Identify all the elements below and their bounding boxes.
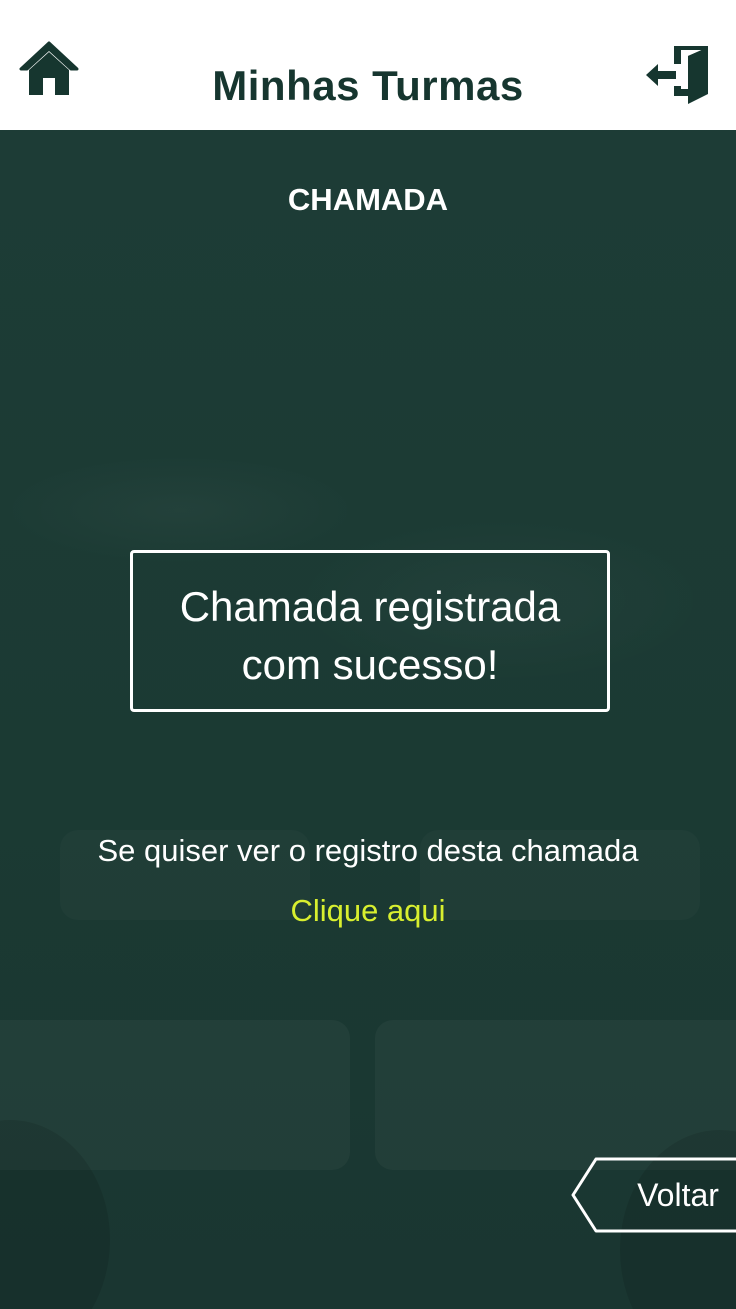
top-header: Minhas Turmas <box>0 0 736 130</box>
view-record-link[interactable]: Clique aqui <box>268 890 468 932</box>
back-button[interactable]: Voltar <box>568 1156 736 1234</box>
back-button-label: Voltar <box>637 1177 719 1213</box>
logout-button[interactable] <box>644 42 710 106</box>
page-title: Minhas Turmas <box>212 62 524 109</box>
classroom-background <box>0 130 736 1309</box>
logout-door-icon <box>646 46 708 104</box>
success-message-box: Chamada registrada com sucesso! <box>130 550 610 712</box>
success-message-line2: com sucesso! <box>241 641 499 688</box>
success-message: Chamada registrada com sucesso! <box>133 578 607 694</box>
info-text: Se quiser ver o registro desta chamada <box>97 833 639 868</box>
success-message-line1: Chamada registrada <box>179 583 561 630</box>
section-title: CHAMADA <box>287 182 449 217</box>
